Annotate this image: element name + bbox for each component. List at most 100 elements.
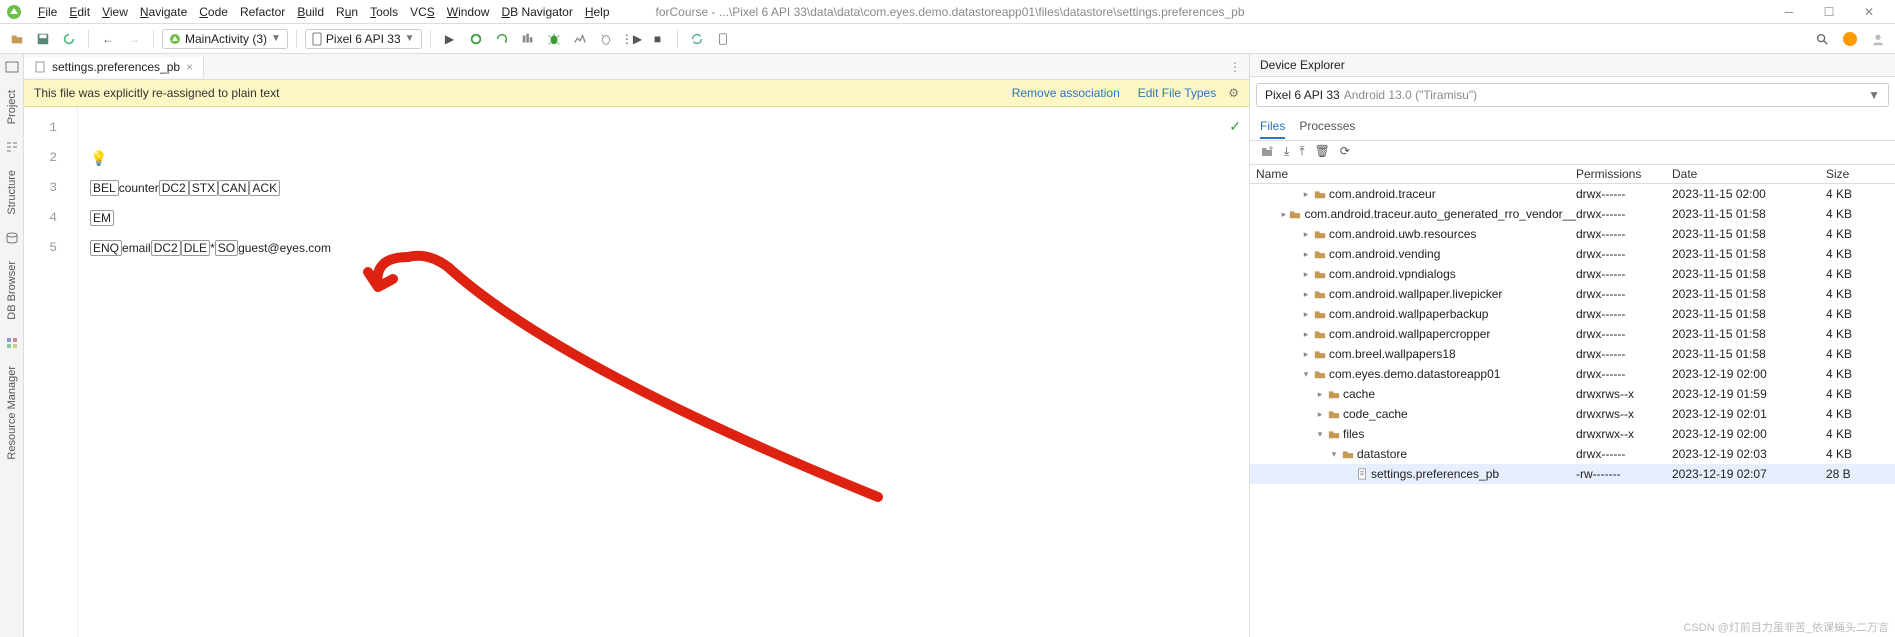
refresh-icon[interactable]	[58, 28, 80, 50]
sync-icon[interactable]	[686, 28, 708, 50]
more-run-icon[interactable]: ⋮▶	[621, 28, 643, 50]
apply-changes-icon[interactable]	[491, 28, 513, 50]
left-tab-resource[interactable]: Resource Manager	[4, 362, 20, 464]
save-icon[interactable]	[32, 28, 54, 50]
tree-row[interactable]: ▸com.android.vpndialogsdrwx------2023-11…	[1250, 264, 1895, 284]
menu-navigate[interactable]: Navigate	[134, 3, 193, 21]
tree-twisty-icon[interactable]: ▾	[1329, 449, 1339, 460]
dbbrowser-tab-icon[interactable]	[5, 231, 19, 245]
open-icon[interactable]	[6, 28, 28, 50]
menu-help[interactable]: Help	[579, 3, 616, 21]
tree-twisty-icon[interactable]: ▸	[1301, 289, 1311, 300]
tree-item-name: com.android.traceur	[1329, 187, 1436, 201]
coverage-icon[interactable]	[517, 28, 539, 50]
tree-twisty-icon[interactable]: ▸	[1315, 409, 1325, 420]
chevron-down-icon: ▼	[405, 33, 415, 44]
window-maximize[interactable]: ☐	[1809, 5, 1849, 19]
refresh-tree-icon[interactable]: ⟳	[1340, 144, 1350, 161]
run-config-combo[interactable]: MainActivity (3) ▼	[162, 29, 288, 49]
gear-icon[interactable]: ⚙	[1228, 86, 1239, 100]
menu-file[interactable]: File	[32, 3, 63, 21]
left-tab-structure[interactable]: Structure	[4, 166, 20, 219]
tree-row[interactable]: ▸cachedrwxrws--x2023-12-19 01:594 KB	[1250, 384, 1895, 404]
tree-row[interactable]: ▸com.android.uwb.resourcesdrwx------2023…	[1250, 224, 1895, 244]
attach-debugger-icon[interactable]	[595, 28, 617, 50]
tree-twisty-icon[interactable]: ▸	[1301, 269, 1311, 280]
run-icon[interactable]: ▶	[439, 28, 461, 50]
menu-dbnav[interactable]: DB Navigator	[495, 3, 578, 21]
tree-row[interactable]: ▸com.breel.wallpapers18drwx------2023-11…	[1250, 344, 1895, 364]
tree-row[interactable]: ▾datastoredrwx------2023-12-19 02:034 KB	[1250, 444, 1895, 464]
close-tab-icon[interactable]: ×	[186, 60, 193, 74]
file-type-banner: This file was explicitly re-assigned to …	[24, 80, 1249, 107]
intention-bulb-icon[interactable]: 💡	[90, 143, 107, 173]
tab-processes[interactable]: Processes	[1299, 115, 1355, 138]
window-minimize[interactable]: ─	[1769, 5, 1809, 19]
tree-row[interactable]: ▾com.eyes.demo.datastoreapp01drwx------2…	[1250, 364, 1895, 384]
menu-code[interactable]: Code	[193, 3, 234, 21]
delete-icon[interactable]: 🗑	[1315, 144, 1330, 161]
edit-file-types-link[interactable]: Edit File Types	[1138, 86, 1216, 100]
menu-edit[interactable]: Edit	[63, 3, 96, 21]
stop-icon[interactable]: ■	[647, 28, 669, 50]
tree-row[interactable]: ▸com.android.wallpaper.livepickerdrwx---…	[1250, 284, 1895, 304]
tree-twisty-icon[interactable]: ▸	[1315, 389, 1325, 400]
upload-icon[interactable]: ⤒	[1299, 144, 1304, 161]
menu-vcs[interactable]: VCS	[404, 3, 441, 21]
tree-row[interactable]: settings.preferences_pb-rw-------2023-12…	[1250, 464, 1895, 484]
settings-dot-icon[interactable]	[1839, 28, 1861, 50]
folder-icon	[1328, 408, 1340, 420]
editor-tab[interactable]: settings.preferences_pb ×	[24, 57, 204, 77]
resource-tab-icon[interactable]	[5, 336, 19, 350]
structure-tab-icon[interactable]	[5, 140, 19, 154]
tree-twisty-icon[interactable]: ▸	[1301, 329, 1311, 340]
code-content[interactable]: ✓ 💡 BELcounterDC2STXCANACK EM ENQemailDC…	[78, 107, 1249, 637]
avd-icon[interactable]	[712, 28, 734, 50]
left-tab-project[interactable]: Project	[4, 86, 20, 128]
code-area[interactable]: 1 2 3 4 5 ✓ 💡 BELcounterDC2STXCANACK EM	[24, 107, 1249, 637]
download-icon[interactable]: ⤓	[1284, 144, 1289, 161]
tree-twisty-icon[interactable]: ▸	[1301, 349, 1311, 360]
menu-tools[interactable]: Tools	[364, 3, 404, 21]
menu-view[interactable]: View	[96, 3, 134, 21]
col-date[interactable]: Date	[1672, 167, 1826, 181]
tree-row[interactable]: ▸com.android.traceur.auto_generated_rro_…	[1250, 204, 1895, 224]
menu-refactor[interactable]: Refactor	[234, 3, 291, 21]
col-size[interactable]: Size	[1826, 167, 1895, 181]
project-tab-icon[interactable]	[5, 60, 19, 74]
file-tree[interactable]: ▸com.android.traceurdrwx------2023-11-15…	[1250, 184, 1895, 637]
menu-window[interactable]: Window	[441, 3, 496, 21]
debug-run-icon[interactable]	[465, 28, 487, 50]
debug-icon[interactable]	[543, 28, 565, 50]
tree-twisty-icon[interactable]: ▸	[1301, 189, 1311, 200]
tree-row[interactable]: ▸com.android.traceurdrwx------2023-11-15…	[1250, 184, 1895, 204]
tree-row[interactable]: ▸code_cachedrwxrws--x2023-12-19 02:014 K…	[1250, 404, 1895, 424]
new-folder-icon[interactable]	[1260, 144, 1274, 161]
tree-row[interactable]: ▾filesdrwxrwx--x2023-12-19 02:004 KB	[1250, 424, 1895, 444]
editor-tab-menu[interactable]: ⋮	[1221, 60, 1249, 74]
col-name[interactable]: Name	[1256, 167, 1576, 181]
col-permissions[interactable]: Permissions	[1576, 167, 1672, 181]
tree-twisty-icon[interactable]: ▸	[1281, 209, 1286, 220]
profile-icon[interactable]	[569, 28, 591, 50]
user-icon[interactable]	[1867, 28, 1889, 50]
tree-row[interactable]: ▸com.android.vendingdrwx------2023-11-15…	[1250, 244, 1895, 264]
tree-twisty-icon[interactable]: ▸	[1301, 249, 1311, 260]
remove-association-link[interactable]: Remove association	[1012, 86, 1120, 100]
device-combo[interactable]: Pixel 6 API 33 ▼	[305, 29, 422, 49]
search-icon[interactable]	[1811, 28, 1833, 50]
tree-twisty-icon[interactable]: ▾	[1315, 429, 1325, 440]
tree-row[interactable]: ▸com.android.wallpapercropperdrwx------2…	[1250, 324, 1895, 344]
tree-twisty-icon[interactable]: ▾	[1301, 369, 1311, 380]
menu-build[interactable]: Build	[291, 3, 330, 21]
window-close[interactable]: ✕	[1849, 5, 1889, 19]
back-icon[interactable]: ←	[97, 28, 119, 50]
tab-files[interactable]: Files	[1260, 115, 1285, 139]
left-tab-dbbrowser[interactable]: DB Browser	[4, 257, 20, 324]
menu-run[interactable]: Run	[330, 3, 364, 21]
tree-twisty-icon[interactable]: ▸	[1301, 229, 1311, 240]
device-selector[interactable]: Pixel 6 API 33 Android 13.0 ("Tiramisu")…	[1256, 83, 1889, 107]
forward-icon[interactable]: →	[123, 28, 145, 50]
tree-twisty-icon[interactable]: ▸	[1301, 309, 1311, 320]
tree-row[interactable]: ▸com.android.wallpaperbackupdrwx------20…	[1250, 304, 1895, 324]
